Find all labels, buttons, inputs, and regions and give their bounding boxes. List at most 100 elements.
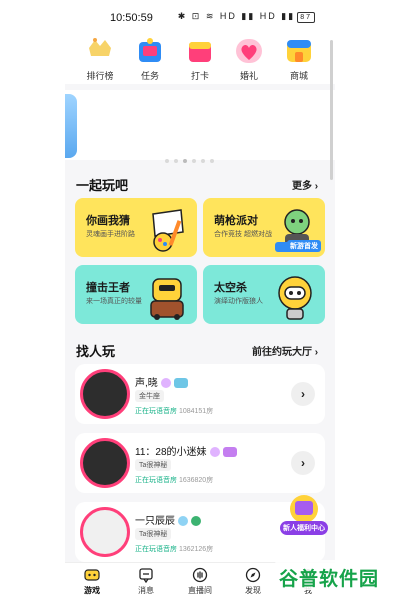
carousel-dots <box>165 150 245 163</box>
status-bar: 10:50:59 ✱ ⊡ ≋ HD ▮▮ HD ▮▮ 87 <box>65 0 335 34</box>
scrollbar[interactable] <box>330 40 333 180</box>
nav-item-shop[interactable]: 商城 <box>277 36 321 82</box>
level-badge-icon <box>222 447 237 458</box>
player-tag: Ta很神秘 <box>135 459 172 471</box>
room-number: 1362126房 <box>178 546 214 553</box>
tab-label: 直播间 <box>188 586 212 595</box>
section-title-play: 一起玩吧 <box>76 178 129 193</box>
room-status: 正在玩语音房 <box>135 408 177 415</box>
room-number: 1636820房 <box>178 477 214 484</box>
nav-item-ranking[interactable]: 排行榜 <box>78 36 122 82</box>
game-card-collision-king[interactable]: 撞击王者 来一场真正的较量 <box>75 265 197 324</box>
battery-icon: 87 <box>297 12 315 23</box>
player-card[interactable]: 11：28的小迷妹 Ta很神秘 正在玩语音房 1636820房 › <box>75 433 325 493</box>
message-icon <box>138 567 154 584</box>
gift-box-icon <box>133 36 167 64</box>
watermark-text: 谷普软件园 <box>279 569 380 590</box>
tab-label: 消息 <box>138 586 154 595</box>
game-subtitle: 合作竞技 超燃对战 <box>214 231 272 238</box>
chevron-right-icon: › <box>301 387 305 401</box>
tab-messages[interactable]: 消息 <box>126 567 166 596</box>
heart-icon <box>232 36 266 64</box>
banner-carousel[interactable] <box>65 90 335 163</box>
enter-room-button[interactable]: › <box>291 451 315 475</box>
tab-live[interactable]: 直播间 <box>180 567 220 596</box>
game-subtitle: 演绎动作版狼人 <box>214 298 263 305</box>
more-label: 更多 <box>292 181 312 192</box>
chevron-right-icon: › <box>314 181 319 192</box>
player-name-text: 11：28的小迷妹 <box>135 447 207 458</box>
player-name-text: 一只辰辰 <box>135 516 175 527</box>
game-title: 太空杀 <box>214 282 247 294</box>
room-number: 1084151房 <box>178 408 214 415</box>
nav-item-task[interactable]: 任务 <box>128 36 172 82</box>
banner-card[interactable] <box>65 94 77 158</box>
player-name: 11：28的小迷妹 <box>135 443 237 458</box>
nav-item-checkin[interactable]: 打卡 <box>178 36 222 82</box>
player-card[interactable]: 声,晓 金牛座 正在玩语音房 1084151房 › <box>75 364 325 424</box>
tab-label: 游戏 <box>84 586 100 595</box>
carousel-dot <box>183 159 187 163</box>
game-title: 撞击王者 <box>86 282 130 294</box>
palette-icon <box>143 204 191 254</box>
nav-item-wedding[interactable]: 婚礼 <box>227 36 271 82</box>
avatar[interactable] <box>80 507 130 557</box>
more-link[interactable]: 更多 › <box>292 177 318 192</box>
game-card-draw-guess[interactable]: 你画我猜 灵魂画手进阶路 <box>75 198 197 257</box>
carousel-dot <box>174 159 178 163</box>
compass-icon <box>245 567 261 583</box>
watermark-logo: 谷普软件园 <box>275 558 393 592</box>
avatar[interactable] <box>80 438 130 488</box>
robot-icon <box>143 271 191 321</box>
tab-label: 发现 <box>245 586 261 595</box>
top-icon-nav: 排行榜 任务 打卡 婚礼 商城 <box>65 34 335 84</box>
app-screen: 10:50:59 ✱ ⊡ ≋ HD ▮▮ HD ▮▮87 排行榜 任务 打卡 <box>65 0 335 600</box>
chevron-right-icon: › <box>314 347 319 358</box>
room-info: 正在玩语音房 1084151房 <box>135 406 213 416</box>
gender-badge-icon <box>178 516 188 527</box>
status-icons: ✱ ⊡ ≋ HD ▮▮ HD ▮▮ 87 <box>178 11 315 23</box>
section-title-find: 找人玩 <box>76 344 116 359</box>
gender-badge-icon <box>160 378 171 389</box>
player-name: 一只辰辰 <box>135 512 201 527</box>
tab-discover[interactable]: 发现 <box>233 567 273 596</box>
carousel-dot <box>192 159 196 163</box>
nav-label: 打卡 <box>190 71 209 81</box>
game-card-space-kill[interactable]: 太空杀 演绎动作版狼人 <box>203 265 325 324</box>
level-badge-icon <box>191 516 201 527</box>
game-title: 你画我猜 <box>86 215 130 227</box>
player-name: 声,晓 <box>135 374 188 389</box>
chevron-right-icon: › <box>301 456 305 470</box>
lobby-label: 前往约玩大厅 <box>252 347 312 358</box>
room-info: 正在玩语音房 1362126房 <box>135 544 213 554</box>
nav-label: 婚礼 <box>239 71 258 81</box>
calendar-icon <box>183 36 217 64</box>
nav-label: 商城 <box>289 71 308 81</box>
room-status: 正在玩语音房 <box>135 546 177 553</box>
carousel-dot <box>165 159 169 163</box>
level-badge-icon <box>173 378 188 389</box>
gender-badge-icon <box>209 447 220 458</box>
game-title: 萌枪派对 <box>214 215 258 227</box>
player-tag: Ta很神秘 <box>135 528 172 540</box>
tab-game[interactable]: 游戏 <box>72 567 112 596</box>
signal-icons: ✱ ⊡ ≋ HD ▮▮ HD ▮▮ <box>177 11 296 21</box>
player-name-text: 声,晓 <box>135 378 158 389</box>
nav-label: 任务 <box>140 71 159 81</box>
room-info: 正在玩语音房 1636820房 <box>135 475 213 485</box>
carousel-dot <box>201 159 205 163</box>
avatar[interactable] <box>80 369 130 419</box>
enter-room-button[interactable]: › <box>291 382 315 406</box>
crown-icon <box>83 36 117 64</box>
room-status: 正在玩语音房 <box>135 477 177 484</box>
new-game-tag: 新游首发 <box>287 240 321 252</box>
game-controller-icon <box>84 567 100 583</box>
carousel-dot <box>210 159 214 163</box>
newcomer-welfare-badge[interactable]: 新人福利中心 <box>277 493 331 538</box>
game-card-cute-gun-party[interactable]: 萌枪派对 合作竞技 超燃对战 新游首发 <box>203 198 325 257</box>
nav-label: 排行榜 <box>86 71 114 81</box>
astronaut-icon <box>271 271 319 321</box>
status-time: 10:50:59 <box>110 12 153 24</box>
player-tag: 金牛座 <box>135 390 164 402</box>
go-to-lobby-link[interactable]: 前往约玩大厅 › <box>252 343 318 358</box>
